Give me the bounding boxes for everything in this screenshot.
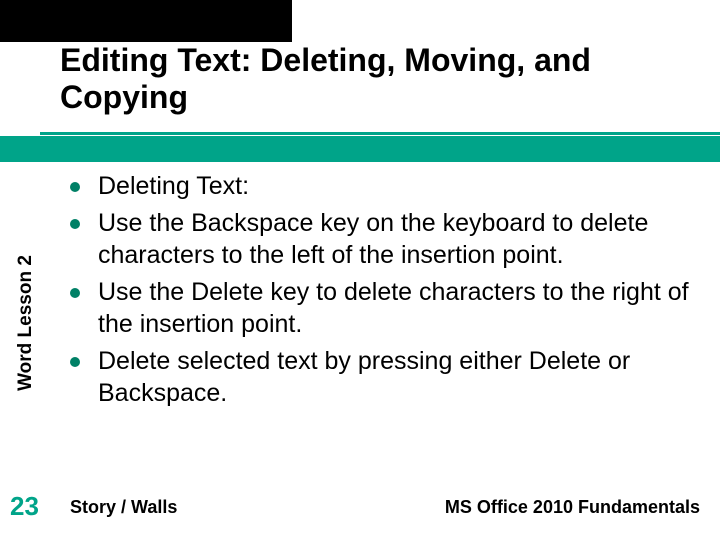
footer-right: MS Office 2010 Fundamentals bbox=[445, 497, 700, 518]
page-number: 23 bbox=[10, 491, 39, 522]
list-item: Deleting Text: bbox=[70, 170, 690, 203]
side-label-text: Word Lesson 2 bbox=[15, 255, 37, 391]
slide-title: Editing Text: Deleting, Moving, and Copy… bbox=[60, 42, 700, 116]
bullet-text: Deleting Text: bbox=[98, 170, 249, 203]
bullet-text: Use the Backspace key on the keyboard to… bbox=[98, 207, 690, 272]
bullet-icon bbox=[70, 182, 80, 192]
title-area: Editing Text: Deleting, Moving, and Copy… bbox=[60, 42, 700, 116]
top-black-bar bbox=[0, 0, 292, 42]
accent-rule-thin bbox=[40, 132, 720, 135]
accent-rule bbox=[0, 132, 720, 164]
list-item: Use the Backspace key on the keyboard to… bbox=[70, 207, 690, 272]
bullet-text: Use the Delete key to delete characters … bbox=[98, 276, 690, 341]
list-item: Use the Delete key to delete characters … bbox=[70, 276, 690, 341]
slide: Editing Text: Deleting, Moving, and Copy… bbox=[0, 0, 720, 540]
bullet-icon bbox=[70, 288, 80, 298]
accent-rule-thick bbox=[0, 136, 720, 162]
bullet-icon bbox=[70, 357, 80, 367]
bullet-icon bbox=[70, 219, 80, 229]
footer-left: Story / Walls bbox=[70, 497, 177, 518]
body: Deleting Text: Use the Backspace key on … bbox=[70, 170, 690, 414]
side-label: Word Lesson 2 bbox=[6, 165, 46, 480]
list-item: Delete selected text by pressing either … bbox=[70, 345, 690, 410]
bullet-text: Delete selected text by pressing either … bbox=[98, 345, 690, 410]
